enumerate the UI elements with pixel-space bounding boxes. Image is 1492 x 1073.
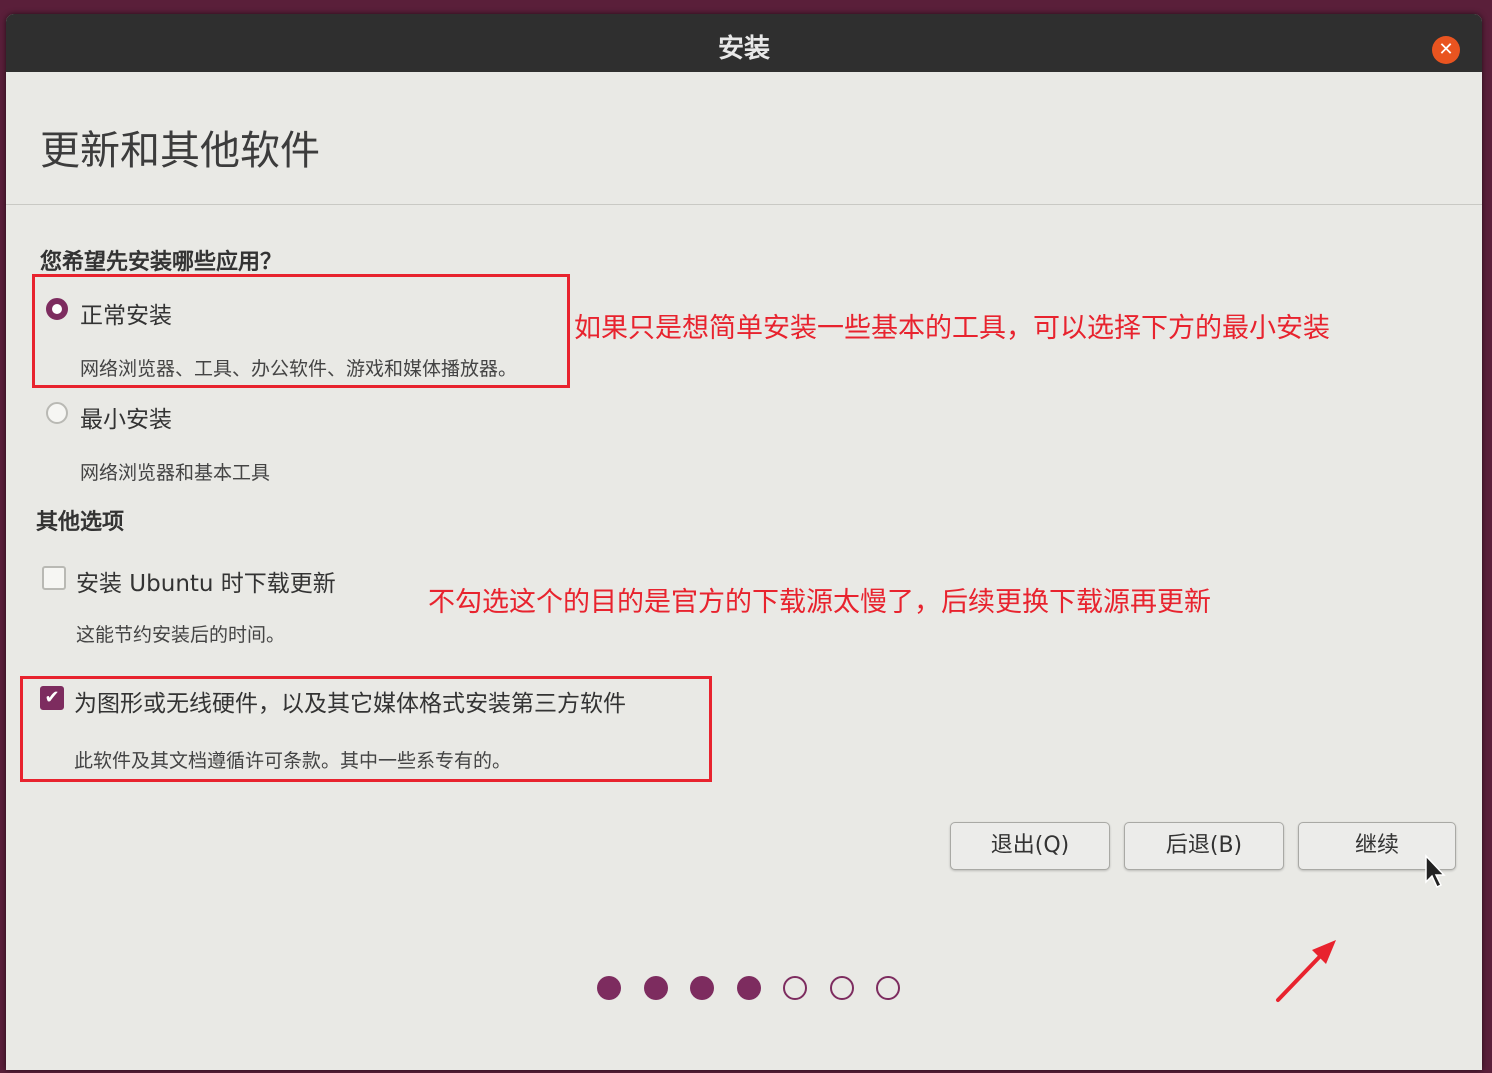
- download-updates-label[interactable]: 安装 Ubuntu 时下载更新: [76, 564, 336, 598]
- progress-dot: [736, 976, 761, 1000]
- header-divider: [6, 204, 1482, 205]
- page-title: 更新和其他软件: [40, 128, 320, 174]
- progress-dot: [597, 976, 621, 1000]
- installer-content: 更新和其他软件 您希望先安装哪些应用？ 正常安装 网络浏览器、工具、办公软件、游…: [6, 72, 1482, 1070]
- progress-dot: [829, 976, 854, 1000]
- minimal-install-desc: 网络浏览器和基本工具: [80, 462, 271, 484]
- normal-install-highlight: [32, 274, 570, 388]
- quit-button[interactable]: 退出(Q): [950, 822, 1110, 870]
- other-options-label: 其他选项: [36, 510, 125, 535]
- window-title: 安装: [717, 34, 770, 64]
- progress-dot: [783, 976, 807, 1000]
- download-updates-checkbox[interactable]: [42, 566, 66, 590]
- title-bar: 安装 ✕: [6, 14, 1482, 72]
- progress-dot: [690, 976, 714, 1000]
- download-updates-annotation: 不勾选这个的目的是官方的下载源太慢了，后续更换下载源再更新: [428, 587, 1211, 618]
- minimal-install-annotation: 如果只是想简单安装一些基本的工具，可以选择下方的最小安装: [574, 313, 1330, 344]
- red-arrow-icon: [1276, 940, 1336, 1002]
- close-icon[interactable]: ✕: [1432, 36, 1460, 64]
- minimal-install-label[interactable]: 最小安装: [80, 400, 172, 434]
- installer-window: 安装 ✕ 更新和其他软件 您希望先安装哪些应用？ 正常安装 网络浏览器、工具、办…: [6, 14, 1482, 1070]
- back-button[interactable]: 后退(B): [1124, 822, 1284, 870]
- third-party-highlight: [20, 676, 712, 782]
- progress-dot: [643, 976, 668, 1000]
- minimal-install-radio[interactable]: [46, 402, 68, 424]
- download-updates-desc: 这能节约安装后的时间。: [76, 624, 286, 646]
- progress-dot: [876, 976, 900, 1000]
- apps-section-label: 您希望先安装哪些应用？: [40, 250, 283, 275]
- mouse-cursor-icon: [1425, 854, 1446, 889]
